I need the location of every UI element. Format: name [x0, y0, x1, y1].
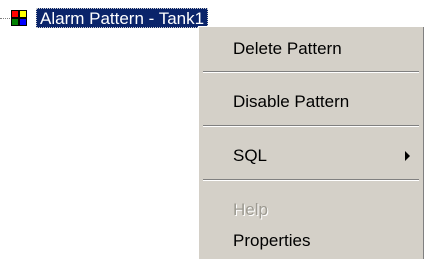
menu-item-help: Help	[200, 194, 422, 226]
menu-item-label: Help	[233, 200, 268, 219]
menu-item-label: SQL	[233, 146, 268, 165]
menu-item-disable-pattern[interactable]: Disable Pattern	[200, 86, 422, 118]
tree-connector-line	[0, 17, 10, 20]
menu-item-sql[interactable]: SQL	[200, 140, 422, 172]
tree-node-label[interactable]: Alarm Pattern - Tank1	[36, 8, 209, 28]
submenu-arrow-icon	[405, 151, 410, 161]
window-root: Alarm Pattern - Tank1 Delete Pattern Dis…	[0, 0, 424, 259]
alarm-pattern-icon	[10, 9, 28, 27]
menu-separator	[203, 125, 419, 127]
menu-item-label: Delete Pattern	[233, 39, 342, 58]
tree-node-alarm-pattern[interactable]: Alarm Pattern - Tank1	[0, 8, 209, 28]
menu-item-delete-pattern[interactable]: Delete Pattern	[200, 33, 422, 65]
menu-item-label: Properties	[233, 231, 311, 250]
menu-separator	[203, 179, 419, 181]
context-menu: Delete Pattern Disable Pattern SQL Help …	[198, 26, 424, 259]
menu-separator	[203, 71, 419, 73]
menu-item-label: Disable Pattern	[233, 92, 350, 111]
menu-item-properties[interactable]: Properties	[200, 225, 422, 257]
